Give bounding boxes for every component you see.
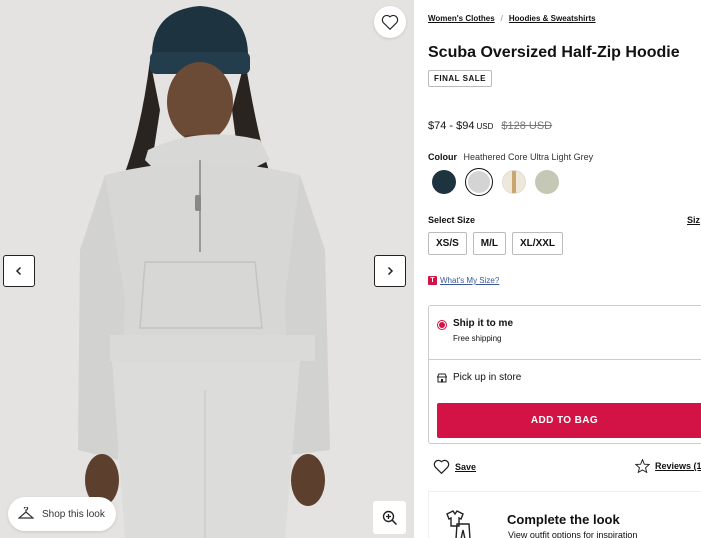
heart-icon: [381, 14, 399, 30]
save-button[interactable]: Save: [433, 459, 476, 474]
size-options: XS/S M/L XL/XXL: [428, 232, 564, 255]
complete-the-look-title: Complete the look: [507, 512, 620, 527]
price-range: $74 - $94: [428, 120, 475, 132]
whats-my-size-link[interactable]: What's My Size?: [440, 276, 499, 285]
pick-up-in-store-option[interactable]: Pick up in store: [437, 372, 521, 383]
chevron-left-icon: [15, 266, 22, 276]
divider: [429, 359, 701, 360]
size-option-xl-xxl[interactable]: XL/XXL: [512, 232, 564, 255]
fulfillment-options: Ship it to me Free shipping Pick up in s…: [428, 305, 701, 444]
size-tool-icon: T: [428, 276, 437, 285]
ship-to-me-title: Ship it to me: [453, 318, 513, 329]
colour-selected-name: Heathered Core Ultra Light Grey: [463, 152, 594, 162]
zoom-in-icon: [382, 510, 397, 525]
colour-label: Colour: [428, 152, 457, 162]
product-gallery: Shop this look: [0, 0, 414, 538]
pick-up-in-store-label: Pick up in store: [453, 372, 522, 383]
breadcrumb-separator: /: [500, 14, 503, 23]
outfit-icon: [446, 510, 471, 538]
breadcrumb-link-hoodies[interactable]: Hoodies & Sweatshirts: [509, 14, 596, 23]
ship-to-me-option[interactable]: Ship it to me Free shipping: [437, 318, 513, 343]
select-size-label: Select Size: [428, 215, 476, 225]
original-price: $128 USD: [501, 120, 553, 132]
previous-image-button[interactable]: [3, 255, 35, 287]
star-icon: [635, 459, 650, 473]
next-image-button[interactable]: [374, 255, 406, 287]
size-option-m-l[interactable]: M/L: [472, 232, 507, 255]
shop-this-look-label: Shop this look: [42, 508, 105, 520]
add-to-bag-button[interactable]: ADD TO BAG: [437, 403, 701, 438]
size-guide-link[interactable]: Siz: [687, 215, 700, 225]
colour-swatches: [432, 168, 559, 196]
colour-swatch-cream-stripe[interactable]: [502, 170, 526, 194]
price: $74 - $94 USD $128 USD: [428, 120, 552, 132]
complete-the-look-subtitle: View outfit options for inspiration: [508, 530, 638, 538]
chevron-right-icon: [387, 266, 394, 276]
product-photo: [0, 0, 414, 538]
colour-selector-label: Colour Heathered Core Ultra Light Grey: [428, 152, 593, 162]
complete-the-look-card[interactable]: Complete the look View outfit options fo…: [428, 491, 701, 538]
size-option-xs-s[interactable]: XS/S: [428, 232, 467, 255]
free-shipping-text: Free shipping: [453, 334, 502, 343]
shop-this-look-button[interactable]: Shop this look: [8, 497, 116, 531]
store-icon: [437, 373, 447, 382]
price-currency: USD: [476, 122, 494, 131]
zoom-button[interactable]: [373, 501, 406, 534]
reviews-link[interactable]: Reviews (1: [635, 459, 701, 473]
reviews-label: Reviews (1: [655, 461, 701, 471]
whats-my-size[interactable]: T What's My Size?: [428, 276, 499, 285]
favorite-button[interactable]: [374, 6, 406, 38]
hanger-icon: [18, 507, 34, 519]
colour-swatch-light-grey[interactable]: [465, 168, 493, 196]
colour-swatch-navy[interactable]: [432, 170, 456, 194]
save-label: Save: [455, 461, 477, 472]
heart-icon: [433, 459, 450, 474]
radio-selected-icon: [437, 320, 447, 330]
breadcrumb: Women's Clothes / Hoodies & Sweatshirts: [428, 14, 596, 23]
colour-swatch-sage[interactable]: [535, 170, 559, 194]
product-title: Scuba Oversized Half-Zip Hoodie: [428, 44, 680, 61]
product-details: Women's Clothes / Hoodies & Sweatshirts …: [414, 0, 701, 538]
final-sale-badge: FINAL SALE: [428, 70, 492, 87]
breadcrumb-link-womens-clothes[interactable]: Women's Clothes: [428, 14, 495, 23]
